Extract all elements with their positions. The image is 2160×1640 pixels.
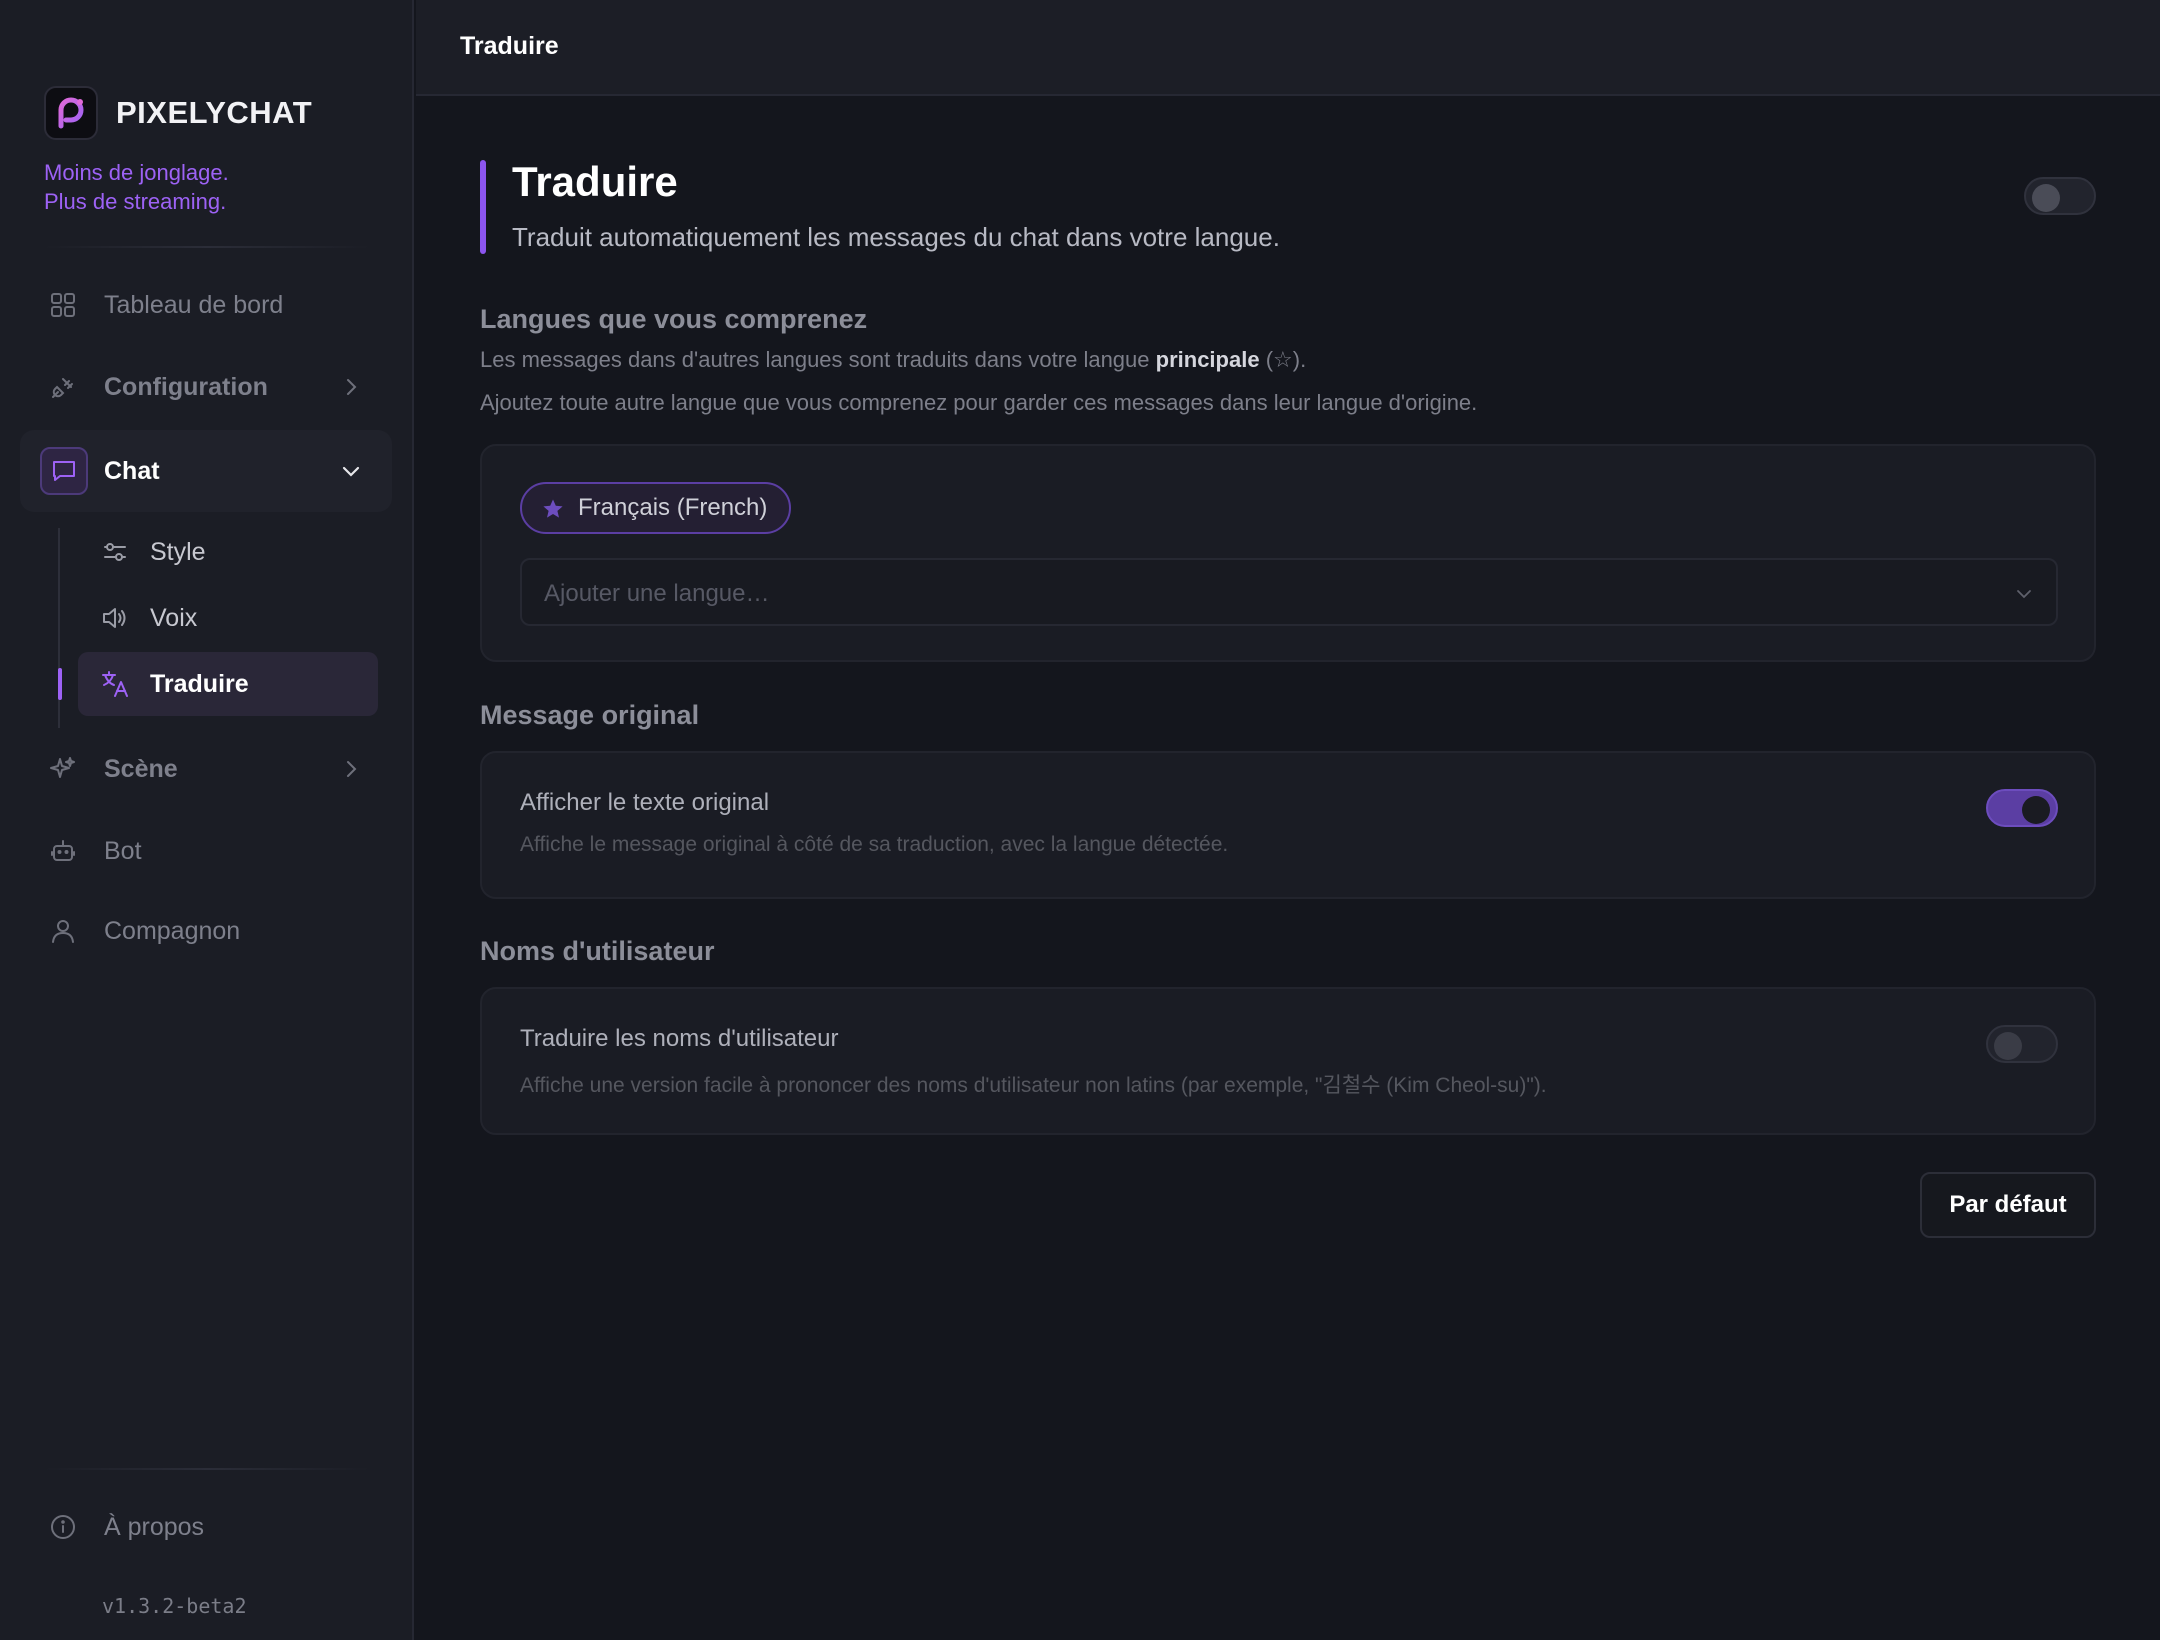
languages-card: Français (French) Ajouter une langue…: [480, 444, 2096, 662]
chat-bubble-icon: [40, 447, 88, 495]
brand[interactable]: PIXELYCHAT: [44, 86, 312, 140]
tagline-line-1: Moins de jonglage.: [44, 160, 229, 185]
usernames-section-title: Noms d'utilisateur: [480, 936, 715, 966]
sidebar-item-compagnon[interactable]: Compagnon: [20, 894, 392, 968]
sidebar-item-bot[interactable]: Bot: [20, 814, 392, 888]
sidebar-subitem-label: Voix: [150, 603, 198, 632]
sidebar-subitem-label: Style: [150, 537, 206, 566]
reset-default-button[interactable]: Par défaut: [1920, 1172, 2096, 1238]
brand-name: PIXELYCHAT: [116, 95, 313, 130]
usernames-card: Traduire les noms d'utilisateur Affiche …: [480, 987, 2096, 1135]
chevron-right-icon: [347, 761, 357, 777]
original-message-card: Afficher le texte original Affiche le me…: [480, 751, 2096, 899]
chevron-right-icon: [347, 379, 357, 395]
page-subtitle: Traduit automatiquement les messages du …: [512, 222, 1280, 252]
translate-enable-toggle[interactable]: [2024, 177, 2096, 215]
translate-icon: [100, 669, 130, 699]
top-header: Traduire: [416, 0, 2160, 96]
star-icon: [543, 499, 563, 518]
sidebar-subitem-label: Traduire: [150, 669, 249, 698]
languages-desc-prefix: Les messages dans d'autres langues sont …: [480, 347, 1150, 372]
sidebar-subitem-style[interactable]: Style: [78, 520, 378, 584]
translate-usernames-description: Affiche une version facile à prononcer d…: [520, 1074, 1547, 1097]
sliders-icon: [100, 537, 130, 567]
toggle-knob: [1994, 1032, 2022, 1060]
show-original-title: Afficher le texte original: [520, 789, 770, 816]
languages-desc-suffix: (☆).: [1265, 347, 1307, 372]
sidebar-item-label: Tableau de bord: [104, 290, 284, 319]
sparkles-icon: [48, 754, 78, 784]
languages-description: Les messages dans d'autres langues sont …: [480, 347, 1306, 373]
add-language-select[interactable]: Ajouter une langue…: [520, 558, 2058, 626]
toggle-knob: [2022, 796, 2050, 824]
show-original-toggle[interactable]: [1986, 789, 2058, 827]
languages-desc-bold: principale: [1155, 347, 1260, 372]
translate-usernames-toggle[interactable]: [1986, 1025, 2058, 1063]
languages-section-title: Langues que vous comprenez: [480, 304, 868, 334]
page-title: Traduire: [512, 158, 678, 205]
show-original-description: Affiche le message original à côté de sa…: [520, 833, 1229, 856]
header-title: Traduire: [460, 32, 559, 60]
tagline-line-2: Plus de streaming.: [44, 189, 227, 214]
add-language-placeholder: Ajouter une langue…: [544, 580, 770, 607]
sidebar-divider: [44, 1468, 370, 1470]
sidebar-subitem-voix[interactable]: Voix: [78, 586, 378, 650]
sidebar-item-configuration[interactable]: Configuration: [20, 350, 392, 424]
sidebar-item-chat[interactable]: Chat: [20, 430, 392, 512]
sidebar-item-label: Compagnon: [104, 916, 241, 945]
translate-usernames-title: Traduire les noms d'utilisateur: [520, 1025, 839, 1052]
toggle-knob: [2032, 184, 2060, 212]
active-indicator: [58, 668, 62, 700]
chevron-down-icon: [2017, 590, 2031, 599]
sidebar-subitem-traduire[interactable]: Traduire: [78, 652, 378, 716]
app-logo-icon: [44, 86, 98, 140]
sidebar-item-label: À propos: [104, 1512, 205, 1541]
plug-icon: [48, 372, 78, 402]
speaker-icon: [100, 603, 130, 633]
sidebar-item-about[interactable]: À propos: [20, 1490, 392, 1564]
primary-language-chip[interactable]: Français (French): [520, 482, 792, 534]
title-accent-bar: [480, 160, 486, 254]
primary-language-label: Français (French): [578, 494, 768, 521]
app-version: v1.3.2-beta2: [102, 1594, 247, 1618]
languages-description-2: Ajoutez toute autre langue que vous comp…: [480, 390, 1478, 415]
sidebar-divider: [44, 246, 370, 248]
sidebar-item-label: Configuration: [104, 372, 268, 401]
robot-icon: [48, 836, 78, 866]
sidebar: PIXELYCHAT Moins de jonglage. Plus de st…: [0, 0, 414, 1640]
original-message-section-title: Message original: [480, 700, 700, 730]
chevron-down-icon: [342, 466, 360, 477]
tagline: Moins de jonglage. Plus de streaming.: [44, 158, 229, 216]
sidebar-item-scene[interactable]: Scène: [20, 732, 392, 806]
sidebar-item-label: Chat: [104, 456, 160, 485]
dashboard-grid-icon: [48, 290, 78, 320]
user-icon: [48, 916, 78, 946]
sidebar-item-dashboard[interactable]: Tableau de bord: [20, 268, 392, 342]
info-icon: [48, 1512, 78, 1542]
sidebar-item-label: Bot: [104, 836, 142, 865]
sidebar-item-label: Scène: [104, 754, 178, 783]
